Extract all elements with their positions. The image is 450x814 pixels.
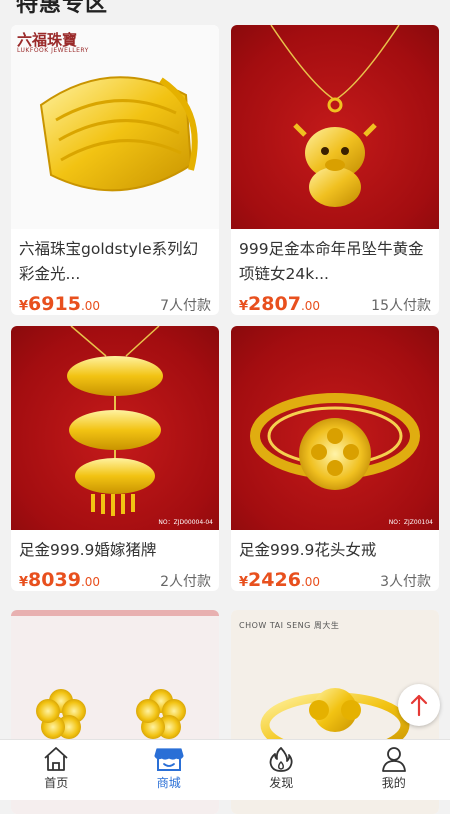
pig-plaque-illustration <box>11 326 219 530</box>
tab-home[interactable]: 首页 <box>0 740 113 800</box>
product-price: ¥8039.00 <box>19 569 100 591</box>
product-price: ¥2426.00 <box>239 569 320 591</box>
brand-subtitle: LUKFOOK JEWELLERY <box>17 47 89 54</box>
product-grid: 特惠专区 六福珠寶 LUKFOOK JEWELLERY 六福珠宝goldstyl… <box>0 0 450 740</box>
product-title[interactable]: 足金999.9婚嫁猪牌 <box>19 538 211 563</box>
sold-count: 15人付款 <box>371 295 431 315</box>
back-to-top-button[interactable] <box>398 684 440 726</box>
shop-icon <box>154 746 184 772</box>
product-code: NO：ZJZ00104 <box>389 517 433 526</box>
product-image[interactable] <box>231 25 439 229</box>
product-image[interactable]: 六福珠寶 LUKFOOK JEWELLERY <box>11 25 219 229</box>
product-meta: ¥2807.00 15人付款 <box>231 287 439 315</box>
brand-logo: CHOW TAI SENG 周大生 <box>239 620 339 631</box>
user-icon <box>381 746 407 772</box>
product-title[interactable]: 足金999.9花头女戒 <box>239 538 431 563</box>
tab-label: 我的 <box>382 774 406 791</box>
tab-label: 首页 <box>44 774 68 791</box>
tab-discover[interactable]: 发现 <box>225 740 338 800</box>
tab-shop[interactable]: 商城 <box>113 740 226 800</box>
tab-profile[interactable]: 我的 <box>338 740 450 800</box>
home-icon <box>42 746 70 772</box>
product-card[interactable]: NO：ZJD00004-04 足金999.9婚嫁猪牌 ¥8039.00 2人付款 <box>11 326 219 591</box>
product-meta: ¥2426.00 3人付款 <box>231 563 439 591</box>
tab-label: 发现 <box>269 774 293 791</box>
product-image[interactable]: NO：ZJD00004-04 <box>11 326 219 530</box>
product-card[interactable]: NO：ZJZ00104 足金999.9花头女戒 ¥2426.00 3人付款 <box>231 326 439 591</box>
gold-ring-illustration <box>11 25 219 229</box>
sold-count: 3人付款 <box>380 571 431 591</box>
product-card[interactable]: 999足金本命年吊坠牛黄金项链女24k... ¥2807.00 15人付款 <box>231 25 439 315</box>
flower-ring-illustration <box>231 326 439 530</box>
product-price: ¥6915.00 <box>19 293 100 315</box>
ox-pendant-illustration <box>231 25 439 229</box>
section-title: 特惠专区 <box>16 0 108 18</box>
tab-label: 商城 <box>157 774 181 791</box>
product-meta: ¥8039.00 2人付款 <box>11 563 219 591</box>
sold-count: 2人付款 <box>160 571 211 591</box>
sold-count: 7人付款 <box>160 295 211 315</box>
bottom-tab-bar: 首页 商城 发现 我的 <box>0 739 450 800</box>
product-image[interactable]: NO：ZJZ00104 <box>231 326 439 530</box>
product-price: ¥2807.00 <box>239 293 320 315</box>
product-title[interactable]: 六福珠宝goldstyle系列幻彩金光... <box>19 237 211 287</box>
product-card[interactable]: 六福珠寶 LUKFOOK JEWELLERY 六福珠宝goldstyle系列幻彩… <box>11 25 219 315</box>
product-title[interactable]: 999足金本命年吊坠牛黄金项链女24k... <box>239 237 431 287</box>
product-code: NO：ZJD00004-04 <box>158 517 213 526</box>
arrow-up-icon <box>409 693 429 717</box>
flame-icon <box>268 746 294 772</box>
product-meta: ¥6915.00 7人付款 <box>11 287 219 315</box>
